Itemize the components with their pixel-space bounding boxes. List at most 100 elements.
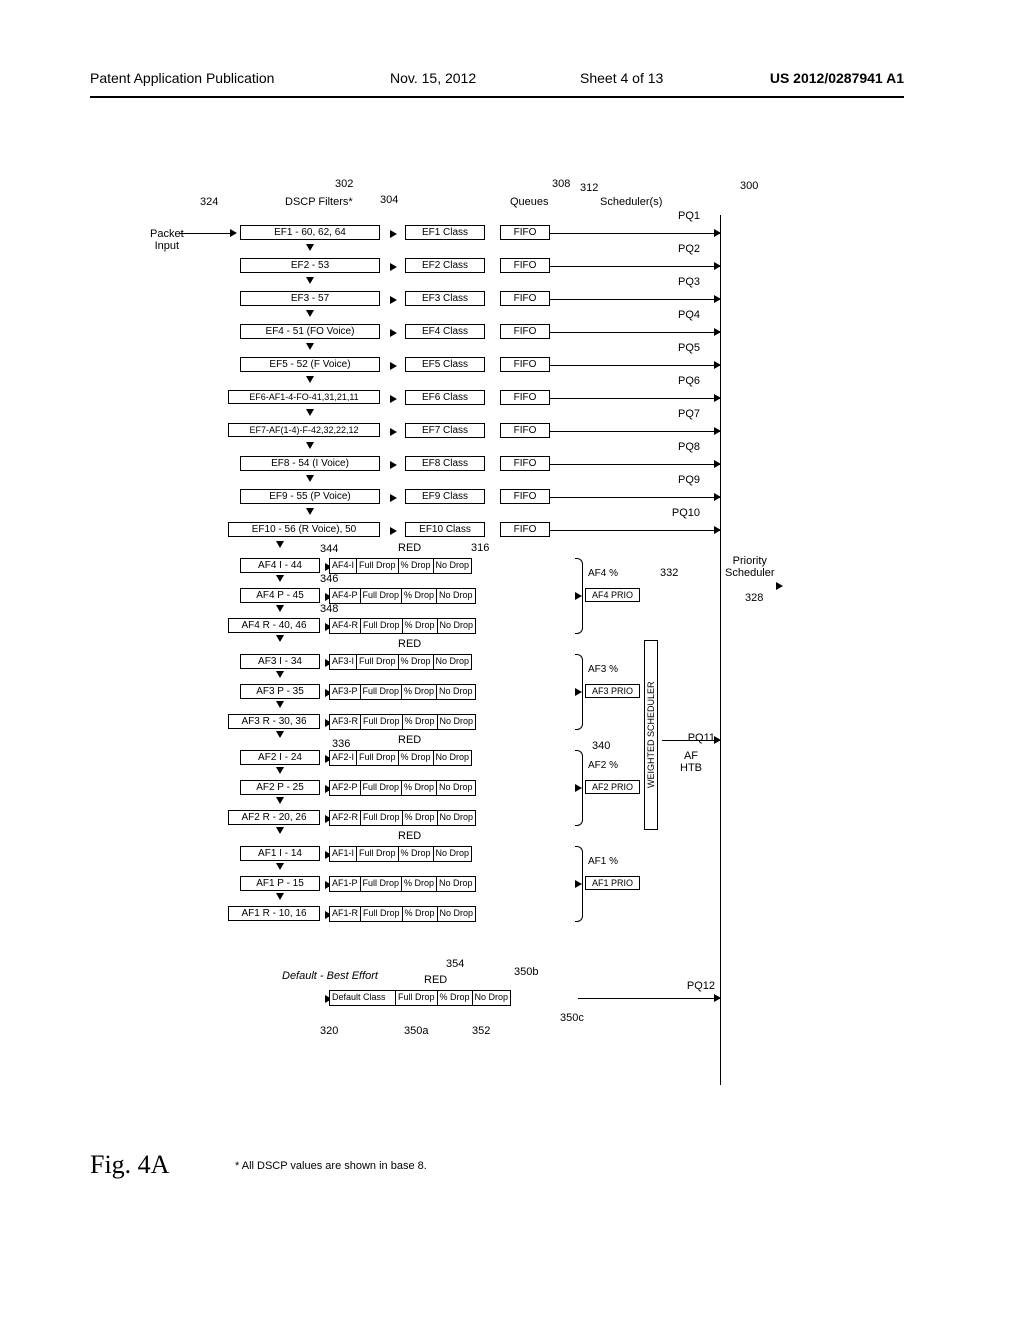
ref-324: 324 xyxy=(200,196,218,208)
af4r-filter: AF4 R - 40, 46 xyxy=(228,618,320,633)
ef3-pqline xyxy=(550,299,720,300)
af4i-filter: AF4 I - 44 xyxy=(240,558,320,573)
def-full: Full Drop xyxy=(395,990,438,1006)
af4-prio: AF4 PRIO xyxy=(585,588,640,602)
def-pct: % Drop xyxy=(437,990,473,1006)
ef8-filter: EF8 - 54 (I Voice) xyxy=(240,456,380,471)
ef9-queue: FIFO xyxy=(500,489,550,504)
af4p-no: No Drop xyxy=(436,588,476,604)
ef5-filter: EF5 - 52 (F Voice) xyxy=(240,357,380,372)
ef3-arrow xyxy=(390,296,397,304)
ef6-down xyxy=(306,409,314,416)
ref-350b: 350b xyxy=(514,966,538,978)
ef8-pqarr xyxy=(714,460,721,468)
ef1-down xyxy=(306,244,314,251)
red-label-af3: RED xyxy=(398,638,421,650)
ef5-pqline xyxy=(550,365,720,366)
ref-332: 332 xyxy=(660,567,678,579)
ref-340: 340 xyxy=(592,740,610,752)
qos-diagram: DSCP Filters* Queues Scheduler(s) Packet… xyxy=(180,180,760,1140)
af1r-cls: AF1-R xyxy=(329,906,361,922)
queues-header: Queues xyxy=(510,196,549,208)
af1-prio: AF1 PRIO xyxy=(585,876,640,890)
pq4: PQ4 xyxy=(660,309,700,321)
ef1-pqline xyxy=(550,233,720,234)
af3p-full: Full Drop xyxy=(360,684,403,700)
af3-pct: AF3 % xyxy=(588,664,618,675)
af1r-full: Full Drop xyxy=(360,906,403,922)
red-label-default: RED xyxy=(424,974,447,986)
af3r-filter: AF3 R - 30, 36 xyxy=(228,714,320,729)
ef2-class: EF2 Class xyxy=(405,258,485,273)
pq12-line xyxy=(578,998,720,999)
af4r-full: Full Drop xyxy=(360,618,403,634)
ef8-arrow xyxy=(390,461,397,469)
ef5-down xyxy=(306,376,314,383)
ef9-down xyxy=(306,508,314,515)
af3r-cls: AF3-R xyxy=(329,714,361,730)
af3i-filter: AF3 I - 34 xyxy=(240,654,320,669)
af3r-no: No Drop xyxy=(437,714,477,730)
af1-prio-arr xyxy=(575,880,582,888)
af4p-down xyxy=(276,605,284,612)
ef1-filter: EF1 - 60, 62, 64 xyxy=(240,225,380,240)
af1i-filter: AF1 I - 14 xyxy=(240,846,320,861)
ef2-arrow xyxy=(390,263,397,271)
ref-308: 308 xyxy=(552,178,570,190)
af4-pct: AF4 % xyxy=(588,568,618,579)
af-htb: AF HTB xyxy=(680,750,702,774)
af4p-full: Full Drop xyxy=(360,588,403,604)
pq5: PQ5 xyxy=(660,342,700,354)
ref-328: 328 xyxy=(745,592,763,604)
af4p-red: AF4-P Full Drop % Drop No Drop xyxy=(330,588,476,604)
af2r-no: No Drop xyxy=(437,810,477,826)
def-no: No Drop xyxy=(472,990,512,1006)
ref-300: 300 xyxy=(740,180,758,192)
ref-344: 344 xyxy=(320,543,338,555)
pq11: PQ11 xyxy=(675,732,715,744)
page: Patent Application Publication Nov. 15, … xyxy=(0,0,1024,1320)
ef3-class: EF3 Class xyxy=(405,291,485,306)
ref-348: 348 xyxy=(320,603,338,615)
af4r-red: AF4-R Full Drop % Drop No Drop xyxy=(330,618,476,634)
def-cls: Default Class xyxy=(329,990,396,1006)
af2r-down xyxy=(276,827,284,834)
ef10-down xyxy=(276,541,284,548)
af3r-red: AF3-R Full Drop % Drop No Drop xyxy=(330,714,476,730)
pq1: PQ1 xyxy=(660,210,700,222)
af4r-pct: % Drop xyxy=(402,618,438,634)
af4i-down xyxy=(276,575,284,582)
af4i-pct: % Drop xyxy=(398,558,434,574)
pq12: PQ12 xyxy=(675,980,715,992)
ref-350c: 350c xyxy=(560,1012,584,1024)
ef7-pqarr xyxy=(714,427,721,435)
af3i-down xyxy=(276,671,284,678)
ef6-class: EF6 Class xyxy=(405,390,485,405)
date-label: Nov. 15, 2012 xyxy=(390,70,476,86)
sheet-label: Sheet 4 of 13 xyxy=(580,70,663,86)
af1i-cls: AF1-I xyxy=(329,846,357,862)
ref-350a: 350a xyxy=(404,1025,428,1037)
pq12-arr xyxy=(714,994,721,1002)
ef8-pqline xyxy=(550,464,720,465)
ef9-filter: EF9 - 55 (P Voice) xyxy=(240,489,380,504)
ef7-pqline xyxy=(550,431,720,432)
pubnum-label: US 2012/0287941 A1 xyxy=(770,70,904,86)
ef4-class: EF4 Class xyxy=(405,324,485,339)
af1p-full: Full Drop xyxy=(360,876,403,892)
af1r-red: AF1-R Full Drop % Drop No Drop xyxy=(330,906,476,922)
ref-302: 302 xyxy=(335,178,353,190)
af1p-down xyxy=(276,893,284,900)
af4p-pct: % Drop xyxy=(401,588,437,604)
ref-354: 354 xyxy=(446,958,464,970)
af1i-red: AF1-I Full Drop % Drop No Drop xyxy=(330,846,472,862)
af2i-no: No Drop xyxy=(433,750,473,766)
pq6: PQ6 xyxy=(660,375,700,387)
af1p-red: AF1-P Full Drop % Drop No Drop xyxy=(330,876,476,892)
ef2-filter: EF2 - 53 xyxy=(240,258,380,273)
pq8: PQ8 xyxy=(660,441,700,453)
pq11-arr xyxy=(714,736,721,744)
af2r-pct: % Drop xyxy=(402,810,438,826)
ef3-pqarr xyxy=(714,295,721,303)
af1i-pct: % Drop xyxy=(398,846,434,862)
